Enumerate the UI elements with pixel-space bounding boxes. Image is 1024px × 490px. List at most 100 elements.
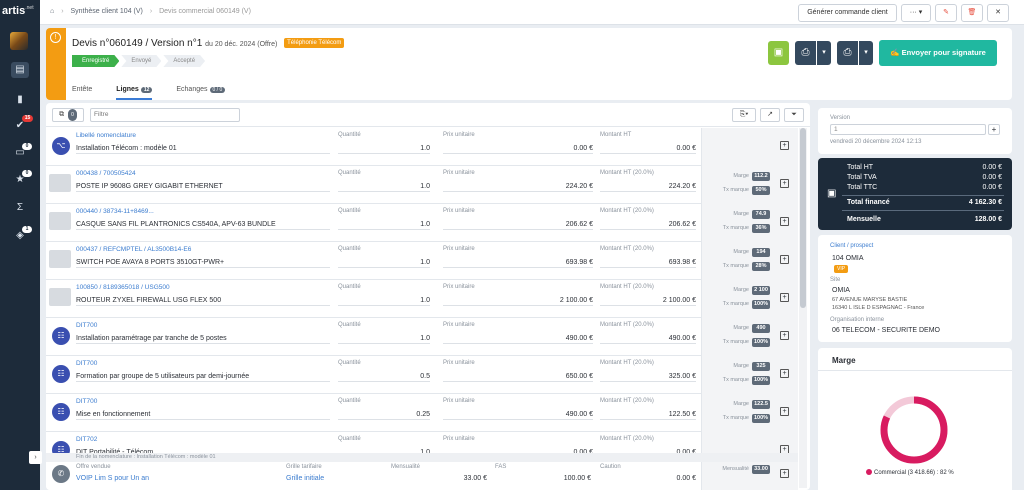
home-icon[interactable]: ⌂ [50, 8, 54, 15]
row-code[interactable]: DIT700 [76, 322, 97, 329]
chevron-down-icon[interactable]: ▾ [817, 41, 831, 65]
delete-icon[interactable]: 🗑 [961, 4, 983, 22]
add-version-button[interactable]: + [988, 124, 1000, 135]
info-icon[interactable]: ! [50, 32, 61, 43]
tx-marque-label: Tx marque [722, 339, 749, 345]
price-value[interactable]: 2 100.00 € [443, 295, 593, 306]
qty-value[interactable]: 1.0 [338, 181, 430, 192]
row-code[interactable]: Libellé nomenclature [76, 132, 136, 139]
selection-count: 0 [68, 109, 77, 121]
marge-cell: Marge 122.5 Tx marque 100% + [701, 394, 798, 432]
row-code[interactable]: 000440 / 38734-11+8469... [76, 208, 154, 215]
price-value[interactable]: 206.62 € [443, 219, 593, 230]
quote-header: ! Devis n°060149 / Version n°1 du 20 déc… [46, 28, 1012, 100]
send-for-signature-button[interactable]: ✍ Envoyer pour signature [879, 40, 997, 66]
table-row[interactable]: 000438 / 700505424 POSTE IP 9608G GREY G… [46, 166, 798, 204]
row-code[interactable]: 000437 / REFCMPTEL / AL3500B14-E6 [76, 246, 191, 253]
qty-value[interactable]: 1.0 [338, 333, 430, 344]
amount-value: 122.50 € [600, 409, 696, 420]
qty-value[interactable]: 1.0 [338, 295, 430, 306]
table-row[interactable]: ⌥ Libellé nomenclature Installation Téléc… [46, 128, 798, 166]
row-code[interactable]: DIT702 [76, 436, 97, 443]
expand-row-button[interactable]: + [780, 407, 789, 416]
price-value[interactable]: 490.00 € [443, 409, 593, 420]
export-button[interactable]: ⎘▾ [732, 108, 756, 122]
tab-lines[interactable]: Lignes 12 [116, 86, 153, 100]
price-value[interactable]: 0.00 € [443, 143, 593, 154]
filter-input[interactable]: Filtre [90, 108, 240, 122]
table-row[interactable]: ☷ DIT700 Formation par groupe de 5 utilis… [46, 356, 798, 394]
expand-row-button[interactable]: + [780, 217, 789, 226]
expand-row-button[interactable]: + [780, 369, 789, 378]
generate-order-button[interactable]: Générer commande client [798, 4, 897, 22]
table-row[interactable]: 000437 / REFCMPTEL / AL3500B14-E6 SWITCH… [46, 242, 798, 280]
table-row[interactable]: ☷ DIT700 Mise en fonctionnement Quantité … [46, 394, 798, 432]
printer-icon[interactable]: ⎙ [837, 41, 858, 65]
version-input[interactable]: 1 [830, 124, 986, 135]
price-value[interactable]: 693.98 € [443, 257, 593, 268]
row-code[interactable]: DIT700 [76, 398, 97, 405]
row-code[interactable]: 000438 / 700505424 [76, 170, 136, 177]
qty-value[interactable]: 0.25 [338, 409, 430, 420]
expand-row-button[interactable]: + [780, 179, 789, 188]
expand-row-button[interactable]: + [780, 255, 789, 264]
row-label[interactable]: Mise en fonctionnement [76, 409, 330, 420]
marge-badge: 194 [752, 248, 770, 257]
add-document-button[interactable]: ▣ [768, 41, 789, 65]
offer-link[interactable]: VOIP Lim S pour Un an [76, 475, 149, 482]
expand-row-button[interactable]: + [780, 469, 789, 478]
expand-row-button[interactable]: + [780, 293, 789, 302]
edit-icon[interactable]: ✎ [935, 4, 957, 22]
expand-row-button[interactable]: + [780, 141, 789, 150]
close-icon[interactable]: ✕ [987, 4, 1009, 22]
step-accepted[interactable]: Accepté [163, 55, 205, 67]
client-label[interactable]: Client / prospect [830, 243, 873, 249]
more-menu-button[interactable]: ··· ▾ [901, 4, 931, 22]
price-value[interactable]: 650.00 € [443, 371, 593, 382]
amount-header: Montant HT (20.0%) [600, 436, 654, 442]
expand-sidebar-button[interactable]: › [29, 451, 42, 464]
row-code[interactable]: DIT700 [76, 360, 97, 367]
lines-panel: ⧉ 0 Filtre ⎘▾ ↗ ⏷ ⌥ Libellé nomenclature … [46, 103, 810, 490]
monthly-badge: 33.00 [752, 465, 770, 474]
row-label[interactable]: CASQUE SANS FIL PLANTRONICS CS540A, APV-… [76, 219, 330, 230]
row-label[interactable]: Formation par groupe de 5 utilisateurs p… [76, 371, 330, 382]
row-code[interactable]: 100850 / 8189365018 / USG500 [76, 284, 170, 291]
scrollbar[interactable] [799, 128, 807, 488]
copy-selection-button[interactable]: ⧉ 0 [52, 108, 84, 122]
step-registered[interactable]: Enregistré [72, 55, 119, 67]
quote-subtitle: du 20 déc. 2024 (Offre) [205, 41, 278, 48]
table-row[interactable]: ☷ DIT700 Installation paramétrage par tra… [46, 318, 798, 356]
avatar[interactable] [10, 32, 28, 50]
scroll-thumb[interactable] [800, 128, 806, 308]
brand-logo[interactable]: artis.net [2, 5, 34, 17]
row-label[interactable]: ROUTEUR ZYXEL FIREWALL USG FLEX 500 [76, 295, 330, 306]
qty-value[interactable]: 1.0 [338, 257, 430, 268]
row-label[interactable]: SWITCH POE AVAYA 8 PORTS 3510GT-PWR+ [76, 257, 330, 268]
qty-value[interactable]: 1.0 [338, 219, 430, 230]
chart-icon[interactable]: ▮ [11, 92, 29, 108]
qty-value[interactable]: 0.5 [338, 371, 430, 382]
table-row[interactable]: 100850 / 8189365018 / USG500 ROUTEUR ZYX… [46, 280, 798, 318]
quote-title: Devis n°060149 / Version n°1 [72, 38, 203, 49]
step-sent[interactable]: Envoyé [121, 55, 161, 67]
documents-icon[interactable]: ▤ [11, 62, 29, 78]
row-label[interactable]: Installation paramétrage par tranche de … [76, 333, 330, 344]
table-row[interactable]: 000440 / 38734-11+8469... CASQUE SANS FI… [46, 204, 798, 242]
chevron-down-icon[interactable]: ▾ [859, 41, 873, 65]
breadcrumb-item-client[interactable]: Synthèse client 104 (V) [70, 8, 142, 15]
row-label[interactable]: Installation Télécom : modèle 01 [76, 143, 330, 154]
price-value[interactable]: 490.00 € [443, 333, 593, 344]
expand-row-button[interactable]: + [780, 331, 789, 340]
tab-exchanges[interactable]: Echanges 0 / 0 [176, 86, 226, 100]
print-options-button[interactable]: ⎙ [795, 41, 816, 65]
qty-value[interactable]: 1.0 [338, 143, 430, 154]
open-external-icon[interactable]: ↗ [760, 108, 780, 122]
row-label[interactable]: POSTE IP 9608G GREY GIGABIT ETHERNET [76, 181, 330, 192]
price-value[interactable]: 224.20 € [443, 181, 593, 192]
tab-header[interactable]: Entête [72, 86, 92, 100]
filter-icon[interactable]: ⏷ [784, 108, 804, 122]
version-label: Version [830, 115, 851, 121]
grid-link[interactable]: Grille initiale [286, 475, 324, 482]
sigma-icon[interactable]: Σ [11, 200, 29, 216]
